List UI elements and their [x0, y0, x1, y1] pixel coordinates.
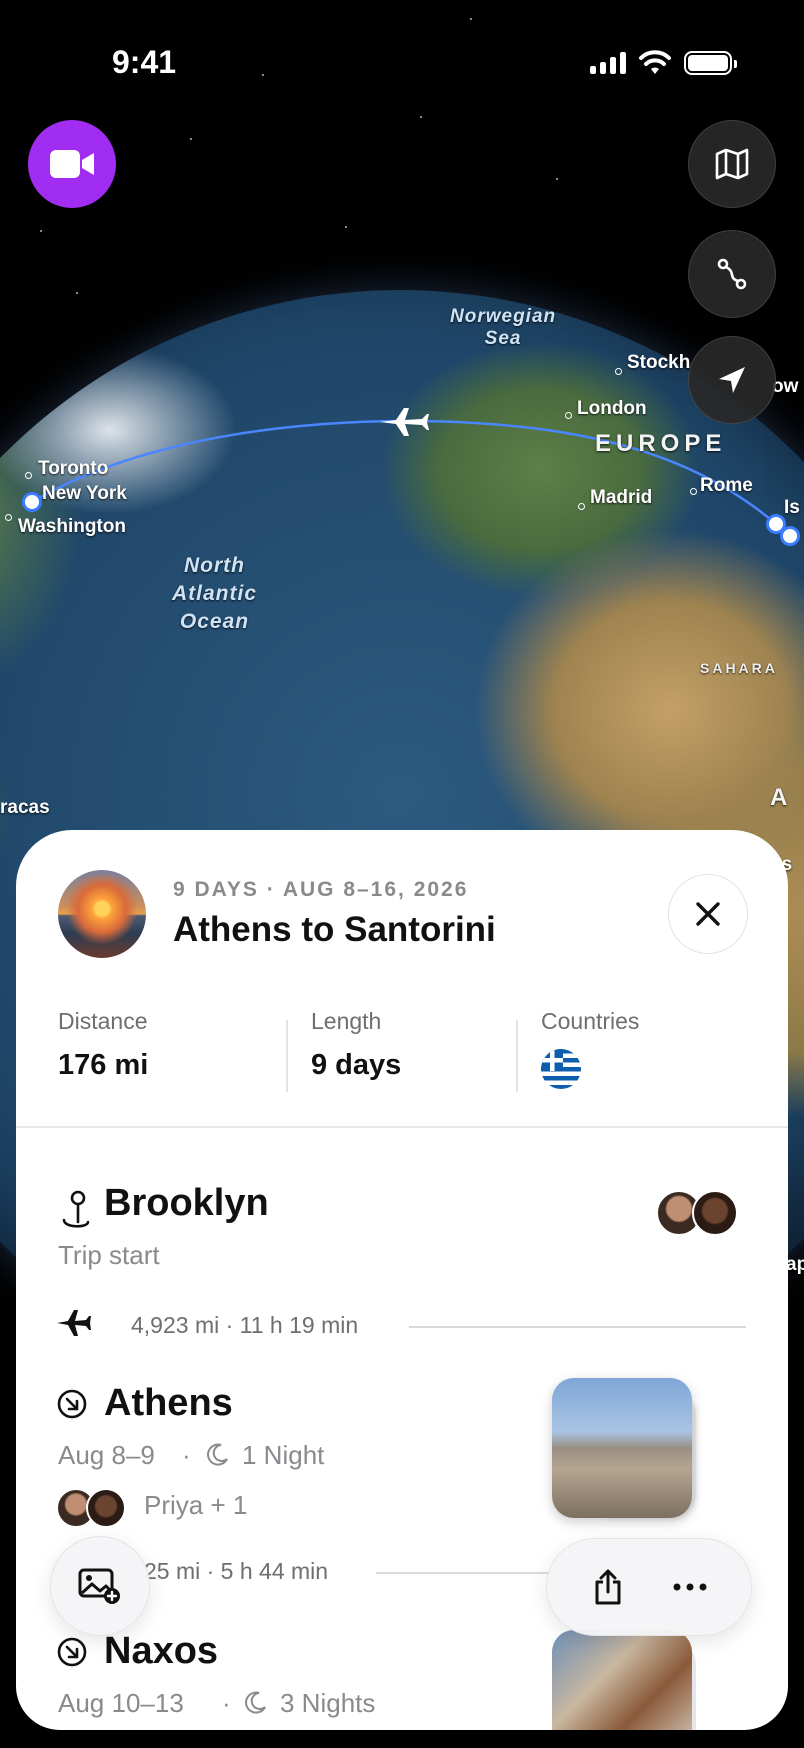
naxos-photo-stack[interactable]: [552, 1630, 702, 1730]
leg-distance-time: 25 mi · 5 h 44 min: [144, 1558, 329, 1584]
stop-people: Priya + 1: [144, 1490, 248, 1520]
map-label-istanbul: Is: [784, 497, 800, 518]
stat-label: Countries: [541, 1008, 640, 1034]
close-button[interactable]: [668, 874, 748, 954]
status-time: 9:41: [112, 44, 177, 80]
greece-flag-icon[interactable]: [541, 1049, 581, 1089]
stat-value: 9 days: [311, 1049, 402, 1081]
route-button[interactable]: [688, 230, 776, 318]
city-dot: [690, 488, 697, 495]
trip-stats: Distance 176 mi Length 9 days Countries: [16, 1008, 788, 1128]
map-label-stockholm: Stockh: [627, 352, 691, 373]
route-icon: [717, 258, 747, 290]
stat-label: Length: [311, 1008, 382, 1034]
route-start-pin[interactable]: [22, 492, 42, 512]
map-label-rome: Rome: [700, 475, 753, 496]
naxos-photo: [552, 1630, 692, 1730]
add-photo-icon: [78, 1568, 120, 1604]
moon-icon: [245, 1691, 266, 1714]
stat-countries: Countries: [541, 1008, 639, 1094]
stat-label: Distance: [58, 1008, 148, 1034]
leg-distance-time: 4,923 mi · 11 h 19 min: [131, 1312, 359, 1338]
stop-dates: Aug 10–13: [58, 1688, 184, 1718]
status-icons: [590, 50, 737, 76]
stop-sub: Trip start: [58, 1240, 160, 1270]
map-icon: [715, 148, 749, 180]
location-arrow-icon: [719, 367, 745, 393]
share-button[interactable]: [578, 1557, 638, 1617]
map-label-norwegian-sea: Norwegian Sea: [450, 306, 557, 349]
stop-dates: Aug 8–9: [58, 1440, 155, 1470]
map-label-sahara: SAHARA: [700, 660, 778, 676]
video-record-button[interactable]: [28, 120, 116, 208]
map-label-new-york: New York: [42, 483, 127, 504]
arrival-arrow-icon: [57, 1637, 87, 1667]
stat-distance: Distance 176 mi: [58, 1008, 148, 1082]
sheet-header: 9 DAYS · AUG 8–16, 2026 Athens to Santor…: [16, 830, 788, 958]
stop-name-athens[interactable]: Athens: [104, 1382, 233, 1425]
stop-nights: 1 Night: [242, 1440, 325, 1470]
close-icon: [696, 902, 720, 926]
airplane-icon: [57, 1310, 91, 1336]
more-button[interactable]: [660, 1557, 720, 1617]
avatar[interactable]: [86, 1488, 126, 1528]
share-icon: [595, 1569, 621, 1605]
airplane-icon: [380, 408, 429, 436]
more-options-icon: [673, 1583, 707, 1591]
start-pin-icon: [62, 1190, 90, 1228]
star: [345, 226, 347, 228]
city-dot: [5, 514, 12, 521]
section-divider: [16, 1126, 788, 1128]
star: [190, 138, 192, 140]
map-label-madrid: Madrid: [590, 487, 653, 508]
map-label-london: London: [577, 398, 647, 419]
city-dot: [578, 503, 585, 510]
stop-nights: 3 Nights: [280, 1688, 376, 1718]
star: [556, 178, 558, 180]
avatar[interactable]: [692, 1190, 738, 1236]
wifi-icon: [639, 50, 671, 74]
map-label-africa: A: [770, 784, 793, 811]
map-label-caracas: racas: [0, 797, 50, 818]
stat-value: 176 mi: [58, 1049, 149, 1081]
moon-icon: [207, 1443, 228, 1466]
battery-icon: [684, 51, 737, 75]
separator-dot: ·: [222, 1688, 231, 1718]
athens-photo-stack[interactable]: [552, 1378, 702, 1518]
city-dot: [25, 472, 32, 479]
map-label-north-atlantic: North Atlantic Ocean: [172, 554, 258, 633]
trip-title: Athens to Santorini: [173, 910, 496, 949]
stat-divider: [516, 1020, 518, 1092]
stat-divider: [286, 1020, 288, 1092]
trip-cover-photo[interactable]: [58, 870, 146, 958]
arrival-arrow-icon: [57, 1389, 87, 1419]
locate-button[interactable]: [688, 336, 776, 424]
cellular-signal-icon: [590, 52, 626, 74]
star: [40, 230, 42, 232]
leg-line: [376, 1572, 556, 1574]
route-end-pin[interactable]: [780, 526, 800, 546]
map-label-washington: Washington: [18, 516, 126, 537]
status-bar: 9:41: [0, 0, 804, 120]
city-dot: [615, 368, 622, 375]
map-label-toronto: Toronto: [38, 458, 109, 479]
map-label-europe: EUROPE: [595, 430, 727, 457]
athens-photo: [552, 1378, 692, 1518]
add-photo-button[interactable]: [50, 1536, 150, 1636]
trip-subtitle: 9 DAYS · AUG 8–16, 2026: [173, 878, 469, 901]
video-camera-icon: [50, 150, 94, 178]
stop-name-naxos[interactable]: Naxos: [104, 1630, 218, 1673]
action-pill: [546, 1538, 752, 1636]
stat-length: Length 9 days: [311, 1008, 401, 1082]
leg-line: [409, 1326, 746, 1328]
star: [76, 292, 78, 294]
separator-dot: ·: [182, 1440, 191, 1470]
city-dot: [565, 412, 572, 419]
map-style-button[interactable]: [688, 120, 776, 208]
stop-name-brooklyn[interactable]: Brooklyn: [104, 1182, 269, 1225]
map-label-edge: ap: [786, 1254, 804, 1275]
